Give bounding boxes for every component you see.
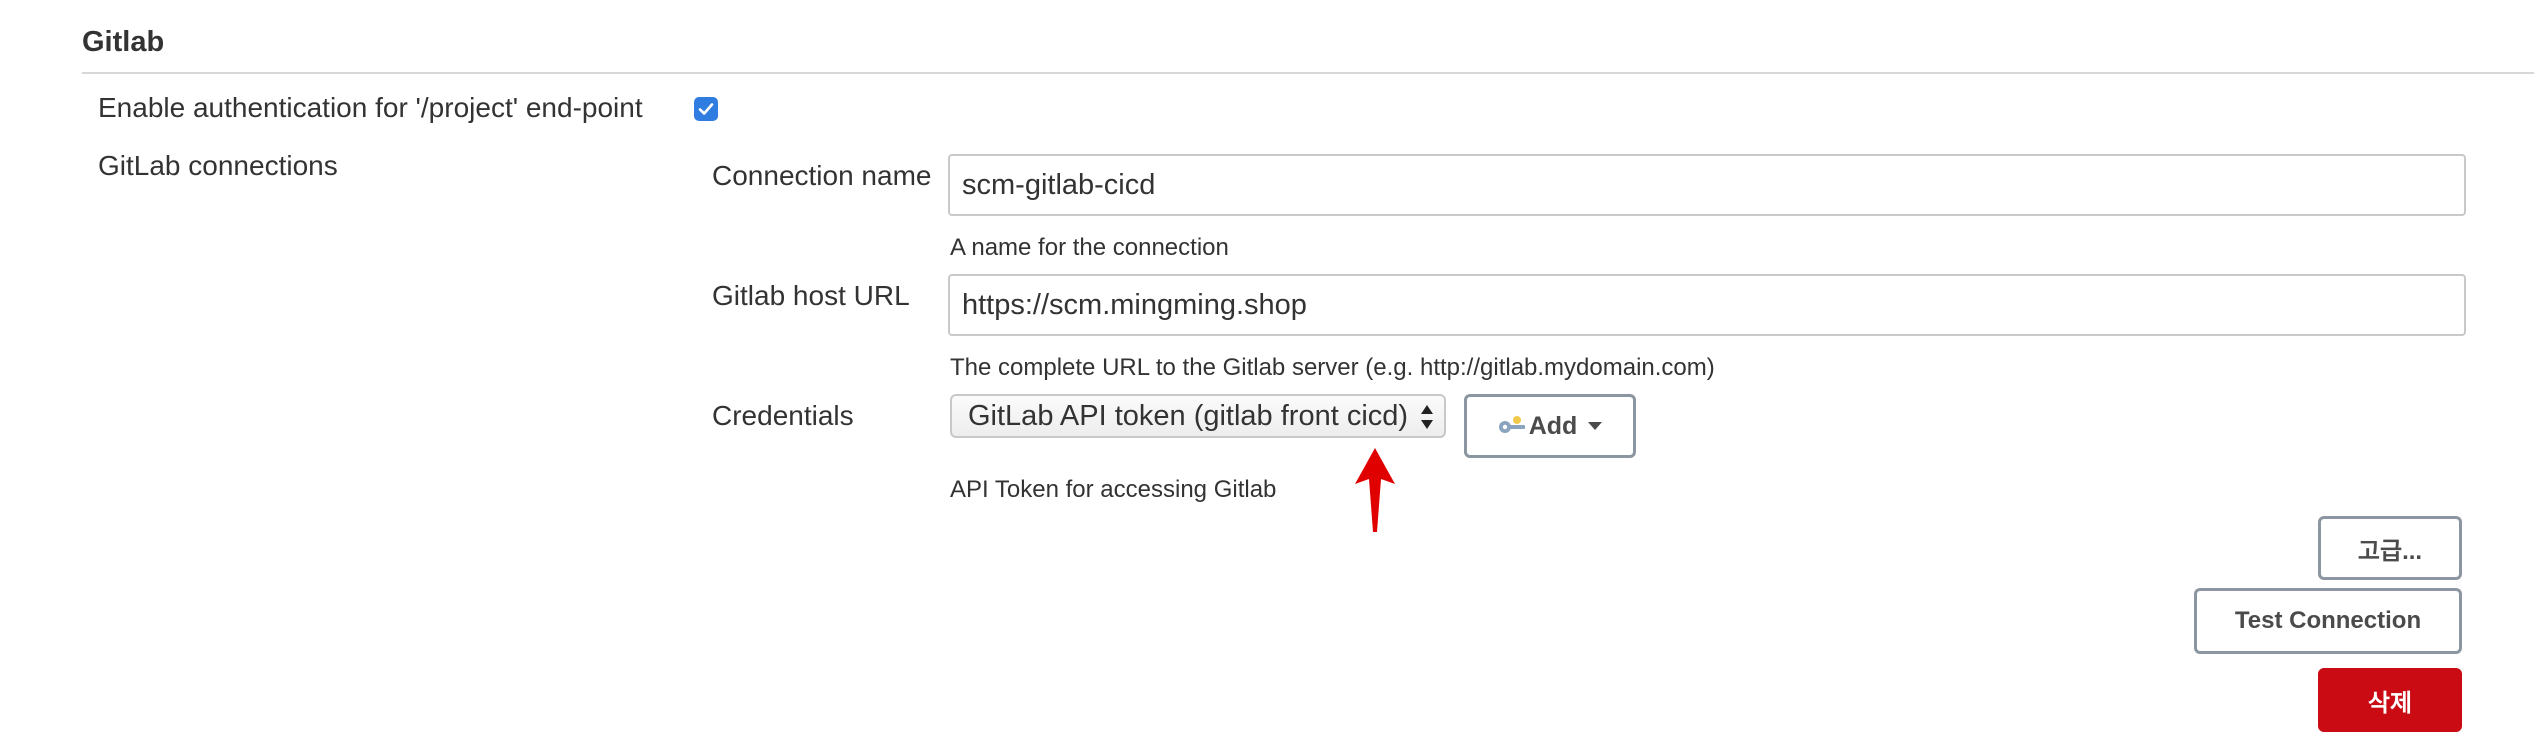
test-connection-button[interactable]: Test Connection	[2194, 588, 2462, 654]
key-icon	[1498, 416, 1525, 433]
caret-down-icon	[1588, 422, 1603, 430]
connection-name-label: Connection name	[712, 160, 932, 191]
red-arrow-annotation	[1355, 448, 1395, 532]
delete-button[interactable]: 삭제	[2318, 668, 2462, 732]
advanced-button[interactable]: 고급...	[2318, 516, 2462, 580]
checkmark-icon	[698, 103, 714, 115]
credentials-help: API Token for accessing Gitlab	[950, 476, 1277, 503]
host-url-label: Gitlab host URL	[712, 280, 910, 311]
credentials-select[interactable]: GitLab API token (gitlab front cicd)	[950, 394, 1446, 438]
credentials-label: Credentials	[712, 400, 854, 431]
connection-name-help: A name for the connection	[950, 234, 1229, 261]
gitlab-connections-label: GitLab connections	[98, 150, 338, 181]
connection-name-input[interactable]	[948, 154, 2466, 216]
host-url-help: The complete URL to the Gitlab server (e…	[950, 354, 1715, 381]
credentials-selected-value: GitLab API token (gitlab front cicd)	[968, 399, 1409, 432]
updown-arrows-icon	[1421, 405, 1433, 429]
credentials-add-button[interactable]: Add	[1464, 394, 1636, 458]
section-divider	[82, 72, 2534, 74]
add-button-label: Add	[1528, 411, 1578, 440]
host-url-input[interactable]	[948, 274, 2466, 336]
enable-auth-label: Enable authentication for '/project' end…	[98, 92, 643, 123]
enable-auth-checkbox[interactable]	[694, 97, 718, 121]
section-title: Gitlab	[82, 26, 165, 58]
